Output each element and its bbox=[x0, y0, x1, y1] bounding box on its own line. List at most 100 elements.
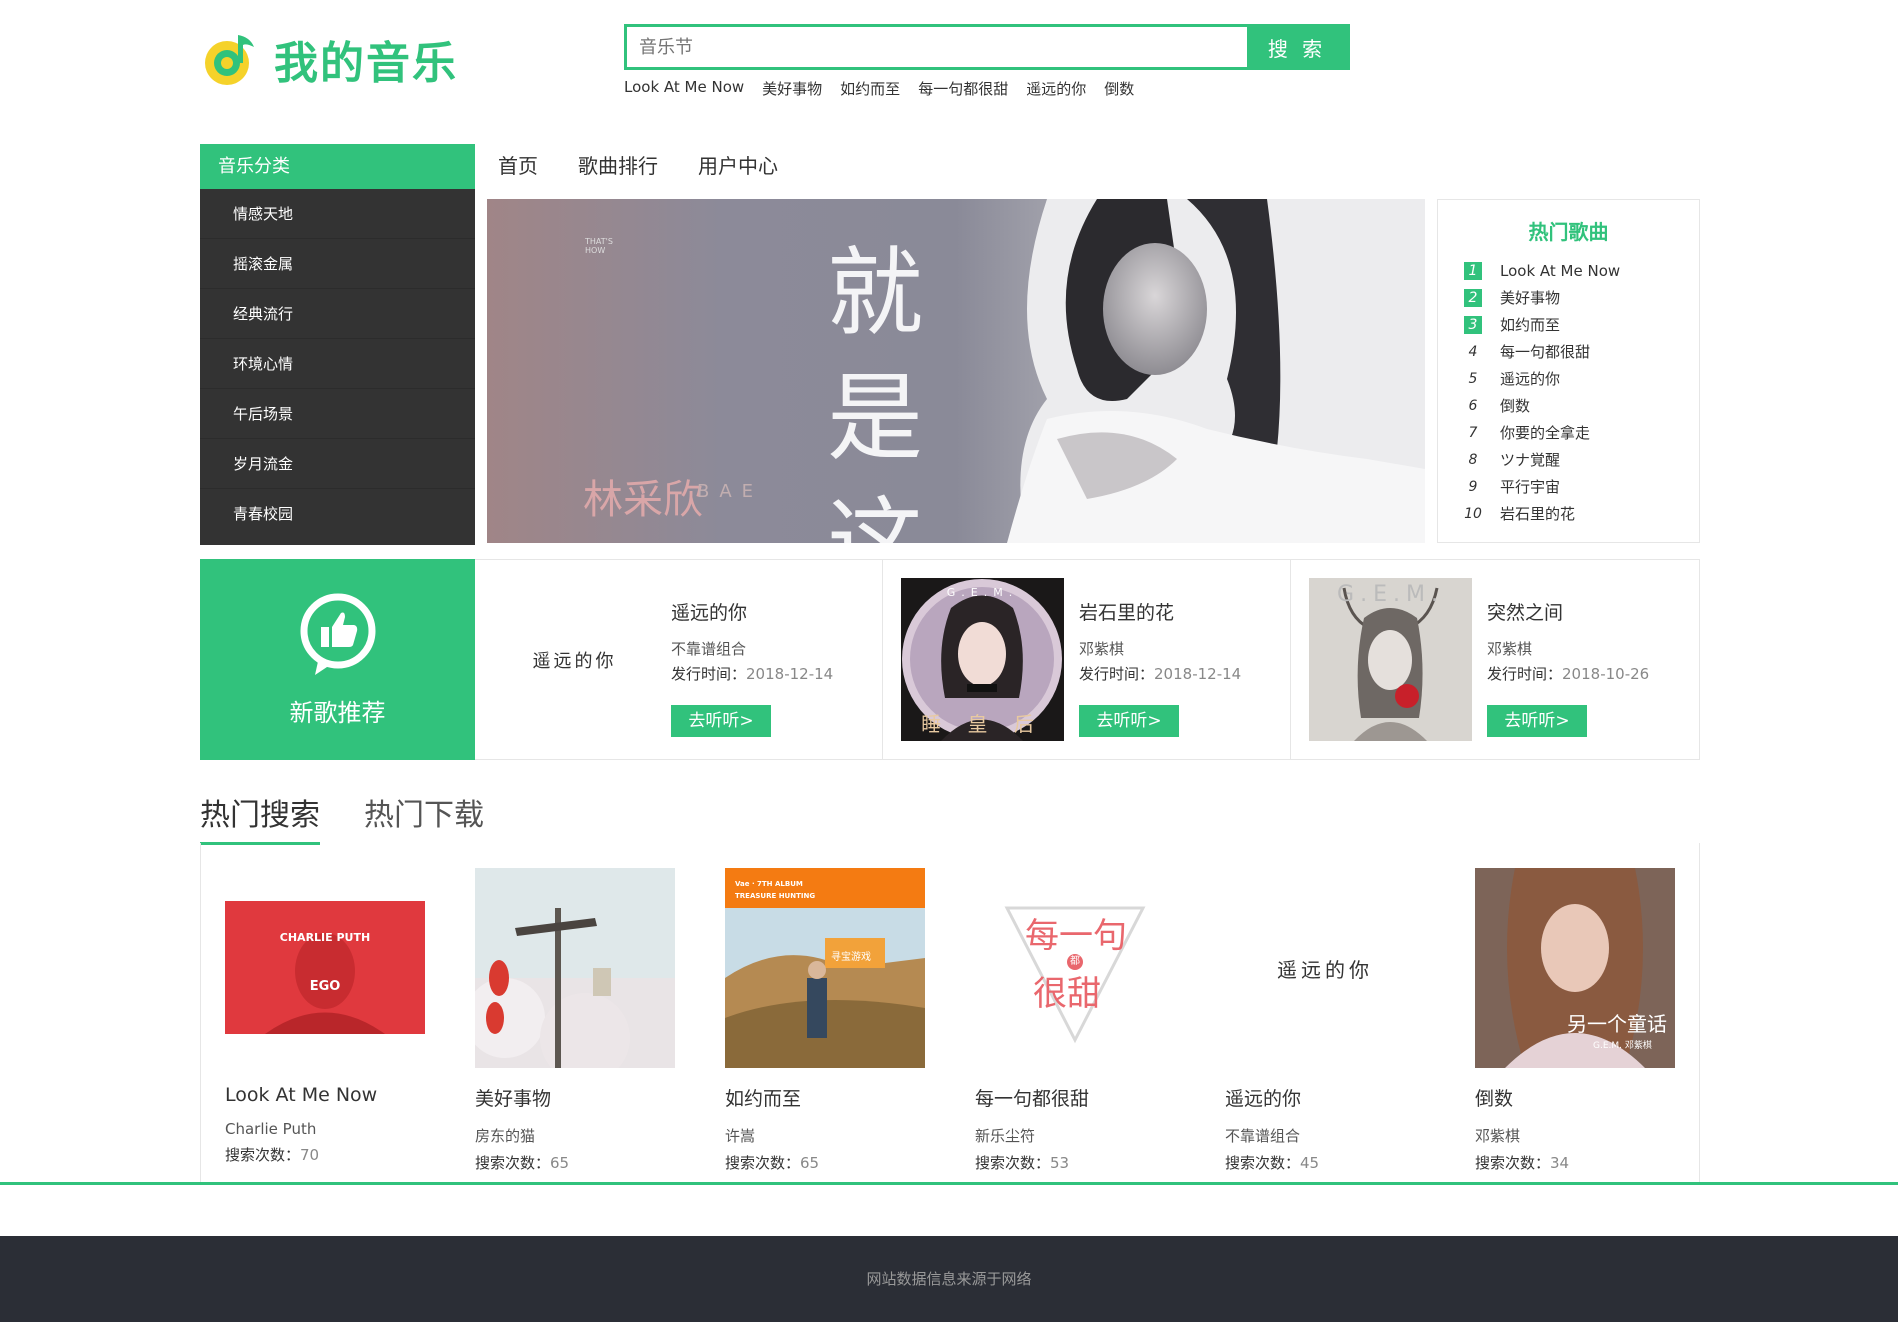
hot-search-card[interactable]: 另一个童话 G.E.M. 邓紫棋 倒数 邓紫棋 搜索次数：34 bbox=[1475, 868, 1675, 1173]
song-name[interactable]: 突然之间 bbox=[1487, 598, 1563, 625]
search-count: 搜索次数：70 bbox=[225, 1146, 320, 1164]
tab-hot-download[interactable]: 热门下载 bbox=[364, 790, 484, 845]
song-name[interactable]: 美好事物 bbox=[475, 1084, 675, 1111]
nav-song-ranking[interactable]: 歌曲排行 bbox=[578, 150, 658, 179]
hot-song-item[interactable]: 2 美好事物 bbox=[1438, 284, 1699, 311]
hot-song-item[interactable]: 5 遥远的你 bbox=[1438, 365, 1699, 392]
listen-button[interactable]: 去听听> bbox=[1079, 705, 1179, 737]
category-item[interactable]: 环境心情 bbox=[200, 339, 475, 389]
song-name[interactable]: 如约而至 bbox=[725, 1084, 925, 1111]
keyword-link[interactable]: 如约而至 bbox=[840, 78, 900, 99]
banner-small-text: THAT'S HOW bbox=[585, 237, 613, 255]
hot-search-card[interactable]: Vae · 7TH ALBUM TREASURE HUNTING 寻宝游戏 如约… bbox=[725, 868, 925, 1173]
keyword-link[interactable]: 遥远的你 bbox=[1026, 78, 1086, 99]
release-date: 发行时间：2018-12-14 bbox=[671, 665, 834, 683]
hot-song-item[interactable]: 3 如约而至 bbox=[1438, 311, 1699, 338]
hot-song-item[interactable]: 4 每一句都很甜 bbox=[1438, 338, 1699, 365]
hot-song-item[interactable]: 7 你要的全拿走 bbox=[1438, 419, 1699, 446]
search-count: 搜索次数：34 bbox=[1475, 1154, 1570, 1172]
keyword-link[interactable]: Look At Me Now bbox=[624, 78, 744, 99]
category-sidebar: 音乐分类 情感天地 摇滚金属 经典流行 环境心情 午后场景 岁月流金 青春校园 bbox=[200, 144, 475, 545]
album-cover[interactable]: CHARLIE PUTH EGO bbox=[225, 868, 425, 1068]
song-artist: 新乐尘符 bbox=[975, 1127, 1036, 1145]
hot-song-item[interactable]: 8 ツナ覚醒 bbox=[1438, 446, 1699, 473]
hot-tabs: 热门搜索 热门下载 bbox=[200, 790, 484, 845]
hot-search-card[interactable]: 每一句 都 很甜 每一句都很甜 新乐尘符 搜索次数：53 bbox=[975, 868, 1175, 1173]
nav-home[interactable]: 首页 bbox=[498, 150, 538, 179]
hot-song-name[interactable]: 遥远的你 bbox=[1500, 368, 1560, 389]
album-cover[interactable]: G.E.M. bbox=[1309, 578, 1472, 741]
hot-keywords: Look At Me Now 美好事物 如约而至 每一句都很甜 遥远的你 倒数 bbox=[624, 78, 1134, 99]
search-bar: 搜 索 bbox=[624, 24, 1350, 70]
hot-song-name[interactable]: 平行宇宙 bbox=[1500, 476, 1560, 497]
album-cover[interactable]: 每一句 都 很甜 bbox=[975, 868, 1175, 1068]
hot-song-name[interactable]: 美好事物 bbox=[1500, 287, 1560, 308]
search-count: 搜索次数：53 bbox=[975, 1154, 1070, 1172]
search-input[interactable] bbox=[627, 27, 1247, 67]
category-item[interactable]: 情感天地 bbox=[200, 189, 475, 239]
new-song-card[interactable]: G.E.M. 睡 皇 后 岩石里的花 邓紫棋 发行时间：2018-12-14 去… bbox=[883, 560, 1291, 759]
song-artist: 不靠谱组合 bbox=[1225, 1127, 1301, 1145]
category-item[interactable]: 午后场景 bbox=[200, 389, 475, 439]
category-header: 音乐分类 bbox=[200, 144, 475, 189]
release-date: 发行时间：2018-12-14 bbox=[1079, 665, 1242, 683]
thumbs-up-icon bbox=[300, 593, 375, 675]
hot-song-name[interactable]: 倒数 bbox=[1500, 395, 1530, 416]
rank-number: 2 bbox=[1464, 288, 1482, 307]
listen-button[interactable]: 去听听> bbox=[671, 705, 771, 737]
album-cover[interactable]: 遥远的你 bbox=[493, 578, 656, 741]
main-nav: 首页 歌曲排行 用户中心 bbox=[498, 150, 778, 179]
song-artist: 不靠谱组合 bbox=[671, 640, 747, 658]
hot-songs-panel: 热门歌曲 1 Look At Me Now 2 美好事物 3 如约而至 4 每一句都很甜 5 遥远… bbox=[1437, 199, 1700, 543]
hot-song-name[interactable]: 如约而至 bbox=[1500, 314, 1560, 335]
new-songs-tile: 新歌推荐 bbox=[200, 559, 475, 760]
hot-song-item[interactable]: 9 平行宇宙 bbox=[1438, 473, 1699, 500]
keyword-link[interactable]: 每一句都很甜 bbox=[918, 78, 1008, 99]
nav-user-center[interactable]: 用户中心 bbox=[698, 150, 778, 179]
hot-song-name[interactable]: 你要的全拿走 bbox=[1500, 422, 1590, 443]
new-song-card[interactable]: 遥远的你 遥远的你 不靠谱组合 发行时间：2018-12-14 去听听> bbox=[475, 560, 883, 759]
song-name[interactable]: 每一句都很甜 bbox=[975, 1084, 1175, 1111]
song-artist: 邓紫棋 bbox=[1079, 640, 1125, 658]
search-button[interactable]: 搜 索 bbox=[1247, 27, 1347, 67]
rank-number: 3 bbox=[1464, 315, 1482, 334]
listen-button[interactable]: 去听听> bbox=[1487, 705, 1587, 737]
hot-search-card[interactable]: 遥远的你 遥远的你 不靠谱组合 搜索次数：45 bbox=[1225, 868, 1425, 1173]
hot-song-item[interactable]: 10 岩石里的花 bbox=[1438, 500, 1699, 527]
hot-song-item[interactable]: 6 倒数 bbox=[1438, 392, 1699, 419]
hot-song-name[interactable]: Look At Me Now bbox=[1500, 262, 1620, 280]
hot-search-card[interactable]: 美好事物 房东的猫 搜索次数：65 bbox=[475, 868, 675, 1173]
song-name[interactable]: 遥远的你 bbox=[671, 598, 747, 625]
rank-number: 8 bbox=[1468, 451, 1478, 468]
album-cover[interactable] bbox=[475, 868, 675, 1068]
album-cover[interactable]: G.E.M. 睡 皇 后 bbox=[901, 578, 1064, 741]
hot-song-item[interactable]: 1 Look At Me Now bbox=[1438, 257, 1699, 284]
category-item[interactable]: 经典流行 bbox=[200, 289, 475, 339]
banner-artist-en: BAE bbox=[697, 481, 764, 502]
tab-hot-search[interactable]: 热门搜索 bbox=[200, 790, 320, 845]
song-name[interactable]: Look At Me Now bbox=[225, 1084, 425, 1106]
rank-number: 1 bbox=[1464, 261, 1482, 280]
hot-song-name[interactable]: 岩石里的花 bbox=[1500, 503, 1575, 524]
search-count: 搜索次数：45 bbox=[1225, 1154, 1320, 1172]
site-logo[interactable]: 我的音乐 bbox=[200, 26, 460, 92]
category-item[interactable]: 岁月流金 bbox=[200, 439, 475, 489]
category-item[interactable]: 青春校园 bbox=[200, 489, 475, 539]
song-name[interactable]: 倒数 bbox=[1475, 1084, 1675, 1111]
keyword-link[interactable]: 美好事物 bbox=[762, 78, 822, 99]
banner-artist: 林采欣 bbox=[583, 477, 703, 523]
rank-number: 10 bbox=[1464, 505, 1482, 522]
banner-carousel[interactable]: THAT'S HOW 就是 这样 林采欣 BAE bbox=[487, 199, 1425, 543]
hot-search-card[interactable]: CHARLIE PUTH EGO Look At Me Now Charlie … bbox=[225, 868, 425, 1165]
hot-song-name[interactable]: 每一句都很甜 bbox=[1500, 341, 1590, 362]
category-item[interactable]: 摇滚金属 bbox=[200, 239, 475, 289]
hot-search-grid: CHARLIE PUTH EGO Look At Me Now Charlie … bbox=[200, 843, 1700, 1183]
album-cover[interactable]: 另一个童话 G.E.M. 邓紫棋 bbox=[1475, 868, 1675, 1068]
song-name[interactable]: 岩石里的花 bbox=[1079, 598, 1174, 625]
album-cover[interactable]: 遥远的你 bbox=[1225, 868, 1425, 1068]
album-cover[interactable]: Vae · 7TH ALBUM TREASURE HUNTING 寻宝游戏 bbox=[725, 868, 925, 1068]
keyword-link[interactable]: 倒数 bbox=[1104, 78, 1134, 99]
hot-song-name[interactable]: ツナ覚醒 bbox=[1500, 449, 1560, 470]
song-name[interactable]: 遥远的你 bbox=[1225, 1084, 1425, 1111]
new-song-card[interactable]: G.E.M. 突然之间 邓紫棋 发行时间：2018-10-26 去听听> bbox=[1291, 560, 1699, 759]
